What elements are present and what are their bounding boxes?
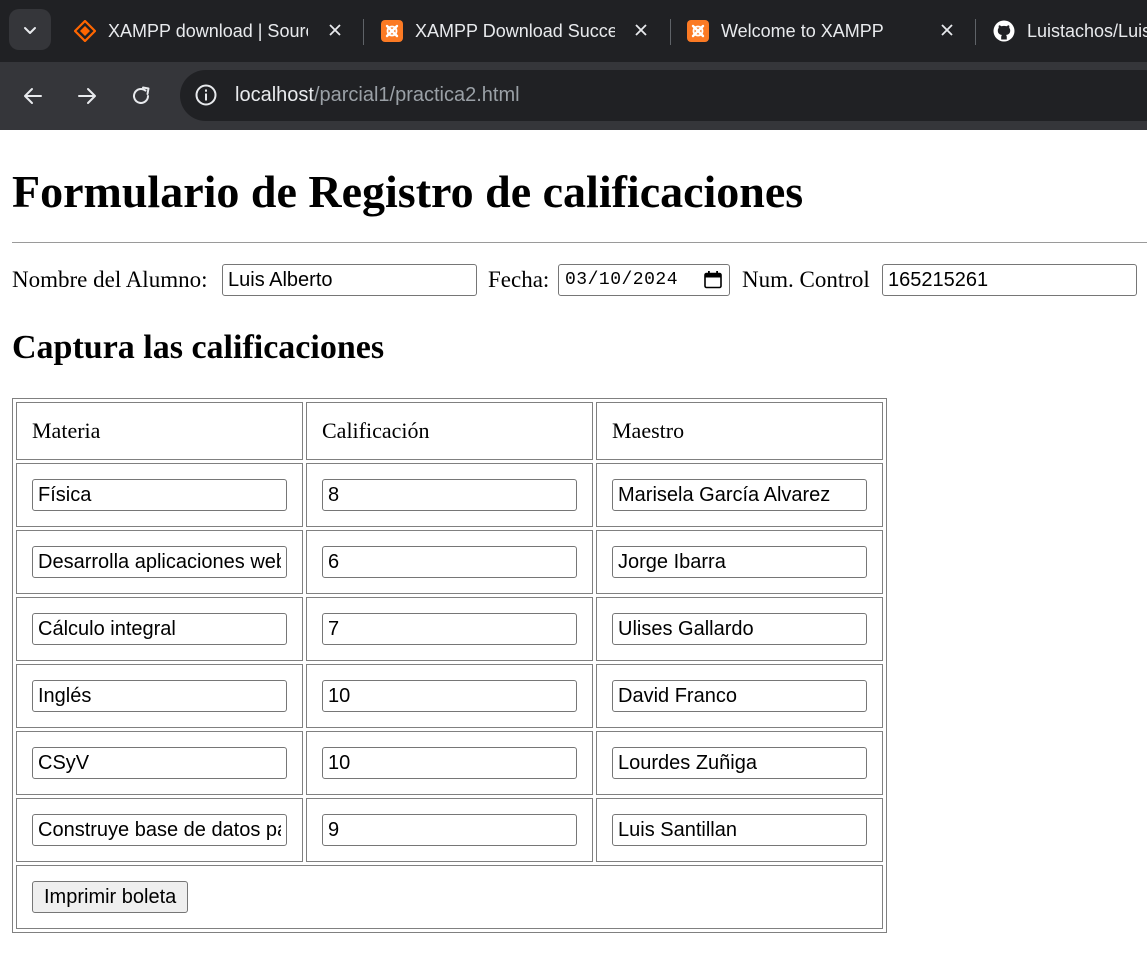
table-footer-row: Imprimir boleta xyxy=(16,865,883,929)
materia-input[interactable] xyxy=(32,546,287,578)
header-calificacion: Calificación xyxy=(306,402,593,460)
tab-github[interactable]: Luistachos/Luis xyxy=(993,8,1147,54)
tab-title: XAMPP download | SourceForge xyxy=(108,21,308,41)
grades-table: Materia Calificación Maestro Física 8 Ma… xyxy=(12,398,887,933)
sourceforge-icon xyxy=(74,20,96,42)
student-name-label: Nombre del Alumno: xyxy=(12,267,208,292)
table-row xyxy=(16,731,883,795)
close-icon[interactable] xyxy=(324,19,346,41)
calificacion-input[interactable] xyxy=(322,747,577,779)
maestro-input[interactable] xyxy=(612,680,867,712)
browser-toolbar: localhost/parcial1/practica2.html xyxy=(0,62,1147,130)
maestro-input[interactable] xyxy=(612,747,867,779)
print-report-button[interactable]: Imprimir boleta xyxy=(32,881,189,913)
tab-divider xyxy=(363,19,364,45)
control-number-label: Num. Control xyxy=(742,267,870,292)
materia-input[interactable] xyxy=(32,747,287,779)
info-icon xyxy=(195,84,217,106)
xampp-icon xyxy=(687,20,709,42)
materia-input[interactable] xyxy=(32,479,287,511)
table-row xyxy=(16,798,883,862)
table-row xyxy=(16,463,883,527)
tab-divider xyxy=(670,19,671,45)
table-header-row: Materia Calificación Maestro xyxy=(16,402,883,460)
back-button[interactable] xyxy=(17,80,49,112)
url-text[interactable]: localhost/parcial1/practica2.html xyxy=(235,83,520,107)
calificacion-input[interactable] xyxy=(322,546,577,578)
calificacion-input[interactable] xyxy=(322,479,577,511)
close-icon[interactable] xyxy=(936,19,958,41)
header-maestro: Maestro xyxy=(596,402,883,460)
calificacion-input[interactable] xyxy=(322,814,577,846)
table-row xyxy=(16,530,883,594)
close-icon[interactable] xyxy=(630,19,652,41)
control-number-input[interactable] xyxy=(882,264,1137,296)
chevron-down-icon xyxy=(24,26,36,34)
student-name-input[interactable] xyxy=(222,264,477,296)
tab-welcome-xampp[interactable]: Welcome to XAMPP xyxy=(687,8,967,54)
calendar-icon[interactable] xyxy=(703,270,723,290)
page-title: Formulario de Registro de calificaciones xyxy=(12,166,804,217)
site-info-button[interactable] xyxy=(192,81,220,109)
maestro-input[interactable] xyxy=(612,814,867,846)
reload-icon xyxy=(133,86,150,104)
maestro-input[interactable] xyxy=(612,546,867,578)
header-materia: Materia xyxy=(16,402,303,460)
xampp-icon xyxy=(381,20,403,42)
tab-search-button[interactable] xyxy=(9,9,51,50)
tab-sourceforge[interactable]: XAMPP download | SourceForge xyxy=(74,8,354,54)
tab-xampp-download-success[interactable]: XAMPP Download Success xyxy=(381,8,661,54)
address-bar[interactable]: localhost/parcial1/practica2.html xyxy=(180,70,1147,121)
github-icon xyxy=(993,20,1015,42)
arrow-left-icon xyxy=(24,88,42,104)
materia-input[interactable] xyxy=(32,680,287,712)
table-row xyxy=(16,597,883,661)
tab-title: Luistachos/Luis xyxy=(1027,21,1147,41)
tab-title: XAMPP Download Success xyxy=(415,21,615,41)
tab-strip: XAMPP download | SourceForge XAMPP Downl… xyxy=(0,0,1147,62)
date-input[interactable]: 03/10/2024 xyxy=(558,264,730,296)
materia-input[interactable] xyxy=(32,613,287,645)
table-row xyxy=(16,664,883,728)
arrow-right-icon xyxy=(78,88,96,104)
page-content: Formulario de Registro de calificaciones… xyxy=(0,130,1147,972)
maestro-input[interactable] xyxy=(612,613,867,645)
calificacion-input[interactable] xyxy=(322,613,577,645)
tab-title: Welcome to XAMPP xyxy=(721,21,884,41)
forward-button[interactable] xyxy=(71,80,103,112)
divider xyxy=(12,242,1147,243)
section-heading: Captura las calificaciones xyxy=(12,329,385,366)
student-info-row: Nombre del Alumno: Fecha: 03/10/2024 Num… xyxy=(12,264,1147,296)
url-host: localhost xyxy=(235,84,314,106)
tab-divider xyxy=(975,19,976,45)
maestro-input[interactable] xyxy=(612,479,867,511)
date-label: Fecha: xyxy=(488,267,550,292)
calificacion-input[interactable] xyxy=(322,680,577,712)
url-path: /parcial1/practica2.html xyxy=(313,84,520,106)
reload-button[interactable] xyxy=(125,80,157,112)
date-value: 03/10/2024 xyxy=(565,270,679,290)
materia-input[interactable] xyxy=(32,814,287,846)
